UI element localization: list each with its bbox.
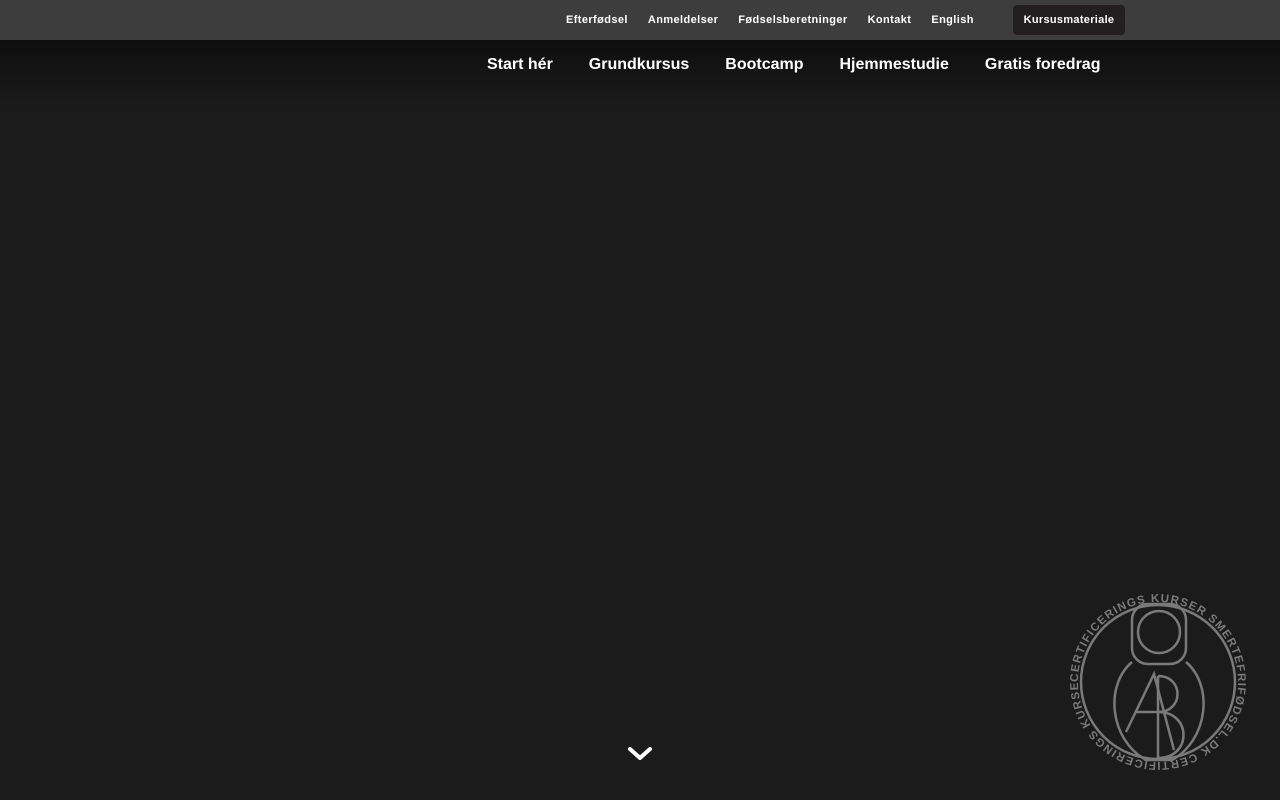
course-material-button[interactable]: Kursusmateriale	[1013, 5, 1125, 35]
certification-seal-icon: CERTIFICERINGS KURSER SMERTEFRIFØDSEL.DK…	[1061, 581, 1246, 771]
chevron-down-icon	[628, 747, 652, 760]
top-nav-anmeldelser[interactable]: Anmeldelser	[638, 14, 728, 26]
main-nav-hjemmestudie[interactable]: Hjemmestudie	[822, 56, 967, 74]
main-nav-gratis-foredrag[interactable]: Gratis foredrag	[967, 56, 1119, 74]
main-nav: Start hér Grundkursus Bootcamp Hjemmestu…	[469, 40, 1118, 90]
main-nav-start-her[interactable]: Start hér	[469, 56, 571, 74]
scroll-down-button[interactable]	[626, 742, 654, 766]
certification-seal: CERTIFICERINGS KURSER SMERTEFRIFØDSEL.DK…	[1061, 581, 1250, 774]
main-nav-bootcamp[interactable]: Bootcamp	[707, 56, 821, 74]
top-nav-english[interactable]: English	[921, 14, 984, 26]
top-nav-efterfodsel[interactable]: Efterfødsel	[556, 14, 638, 26]
top-nav-fodselsberetninger[interactable]: Fødselsberetninger	[728, 14, 857, 26]
main-nav-grundkursus[interactable]: Grundkursus	[571, 56, 707, 74]
top-nav-kontakt[interactable]: Kontakt	[858, 14, 922, 26]
top-bar: Efterfødsel Anmeldelser Fødselsberetning…	[0, 0, 1280, 40]
top-nav: Efterfødsel Anmeldelser Fødselsberetning…	[556, 0, 984, 40]
